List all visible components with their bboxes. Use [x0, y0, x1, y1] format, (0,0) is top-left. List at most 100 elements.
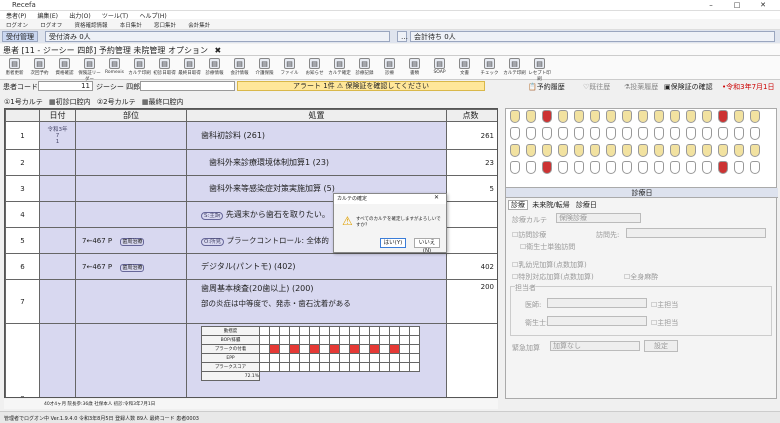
periodontal-cell[interactable] [409, 326, 420, 336]
doctor-primary-checkbox[interactable]: ☐主担当 [651, 300, 678, 310]
periodontal-cell[interactable] [389, 344, 400, 354]
periodontal-cell[interactable] [259, 353, 270, 363]
periodontal-cell[interactable] [289, 335, 300, 345]
tooth[interactable] [750, 110, 760, 123]
tooth[interactable] [654, 127, 664, 140]
tab-initial-oral[interactable]: ▦初診口腔内 [49, 98, 91, 106]
tooth[interactable] [574, 127, 584, 140]
periodontal-cell[interactable] [349, 335, 360, 345]
tab-more[interactable]: … [397, 31, 408, 42]
periodontal-cell[interactable] [399, 344, 410, 354]
minimize-button[interactable]: – [700, 0, 722, 11]
patient-name-field[interactable] [140, 81, 235, 91]
tooth[interactable] [638, 144, 648, 157]
hygienist-primary-checkbox[interactable]: ☐主担当 [651, 318, 678, 328]
qualification-button[interactable]: 資格確認情報 [75, 23, 108, 29]
periodontal-cell[interactable] [359, 353, 370, 363]
toolbar-button[interactable]: ▤ お知らせ [303, 57, 326, 79]
periodontal-cell[interactable] [299, 326, 310, 336]
no-button[interactable]: いいえ(N) [414, 238, 440, 254]
toolbar-button[interactable]: ▤ 診療記録 [353, 57, 376, 79]
tooth[interactable] [654, 161, 664, 174]
tooth[interactable] [638, 161, 648, 174]
maximize-button[interactable]: □ [726, 0, 748, 11]
tooth[interactable] [734, 127, 744, 140]
periodontal-cell[interactable] [359, 326, 370, 336]
tooth[interactable] [702, 161, 712, 174]
visit-destination-select[interactable] [626, 228, 766, 238]
tooth[interactable] [510, 110, 520, 123]
toolbar-button[interactable]: ▤ レセプト印刷 [528, 57, 551, 82]
periodontal-cell[interactable] [379, 335, 390, 345]
periodontal-cell[interactable] [399, 326, 410, 336]
periodontal-cell[interactable] [359, 335, 370, 345]
tooth[interactable] [670, 110, 680, 123]
toolbar-button[interactable]: ▤ 最終日取得 [178, 57, 201, 79]
tooth[interactable] [670, 161, 680, 174]
toolbar-button[interactable]: ▤ カルテ印刷 [128, 57, 151, 79]
home-visit-checkbox[interactable]: ☐訪問診療 [512, 230, 546, 240]
reservation-history-link[interactable]: 📋予約履歴 [528, 82, 565, 92]
toolbar-button[interactable]: ▤ 次回予約 [28, 57, 51, 79]
tab-final-oral[interactable]: ▦最終口腔内 [142, 98, 184, 106]
toolbar-button[interactable]: ▤ 診療情報 [203, 57, 226, 79]
periodontal-cell[interactable] [279, 362, 290, 372]
medication-history-link[interactable]: ⚗投薬履歴 [624, 82, 658, 92]
periodontal-cell[interactable] [409, 362, 420, 372]
tab-reception-done[interactable]: 受付済み 0人 [45, 31, 390, 42]
table-row[interactable]: 1 令和3年 7 1 歯科初診料 (261) 261 [5, 121, 497, 150]
tab-treatment-day[interactable]: 診療日 [574, 201, 599, 209]
tooth[interactable] [542, 144, 552, 157]
tooth[interactable] [590, 144, 600, 157]
tooth[interactable] [526, 161, 536, 174]
karte-type-select[interactable]: 保険診療 [556, 213, 641, 223]
periodontal-cell[interactable] [359, 344, 370, 354]
infant-addition-checkbox[interactable]: ☐乳幼児加算(点数加算) [512, 260, 587, 270]
periodontal-cell[interactable] [259, 344, 270, 354]
tooth[interactable] [670, 127, 680, 140]
tooth[interactable] [526, 127, 536, 140]
periodontal-cell[interactable] [369, 362, 380, 372]
tab-treatment[interactable]: 診療 [508, 200, 528, 210]
periodontal-cell[interactable] [269, 353, 280, 363]
hygienist-select[interactable] [547, 316, 647, 326]
medical-history-link[interactable]: ♡既往歴 [583, 82, 610, 92]
toolbar-button[interactable]: ▤ Romexis [103, 57, 126, 79]
tooth[interactable] [590, 161, 600, 174]
toolbar-button[interactable]: ▤ 文書 [453, 57, 476, 79]
periodontal-cell[interactable] [319, 326, 330, 336]
tooth[interactable] [622, 144, 632, 157]
periodontal-cell[interactable] [379, 344, 390, 354]
special-addition-checkbox[interactable]: ☐特別対応加算(点数加算) [512, 272, 594, 282]
periodontal-cell[interactable] [329, 326, 340, 336]
periodontal-cell[interactable] [399, 353, 410, 363]
periodontal-cell[interactable] [329, 362, 340, 372]
periodontal-cell[interactable] [369, 326, 380, 336]
tooth[interactable] [558, 110, 568, 123]
tooth[interactable] [750, 127, 760, 140]
periodontal-cell[interactable] [279, 344, 290, 354]
tooth[interactable] [590, 127, 600, 140]
tooth[interactable] [606, 144, 616, 157]
tooth[interactable] [606, 110, 616, 123]
tooth[interactable] [590, 110, 600, 123]
logon-button[interactable]: ログオン [6, 23, 28, 29]
tooth[interactable] [686, 110, 696, 123]
tooth[interactable] [558, 127, 568, 140]
tooth[interactable] [622, 110, 632, 123]
tooth[interactable] [734, 144, 744, 157]
tooth[interactable] [718, 110, 728, 123]
periodontal-cell[interactable] [339, 326, 350, 336]
periodontal-cell[interactable] [389, 353, 400, 363]
periodontal-cell[interactable] [259, 362, 270, 372]
tooth[interactable] [718, 161, 728, 174]
accounting-total-button[interactable]: 会計集計 [188, 23, 210, 29]
tooth[interactable] [510, 144, 520, 157]
periodontal-cell[interactable] [389, 335, 400, 345]
tooth[interactable] [718, 127, 728, 140]
periodontal-cell[interactable] [299, 362, 310, 372]
periodontal-cell[interactable] [339, 335, 350, 345]
periodontal-cell[interactable] [259, 335, 270, 345]
periodontal-cell[interactable] [349, 344, 360, 354]
periodontal-cell[interactable] [269, 344, 280, 354]
